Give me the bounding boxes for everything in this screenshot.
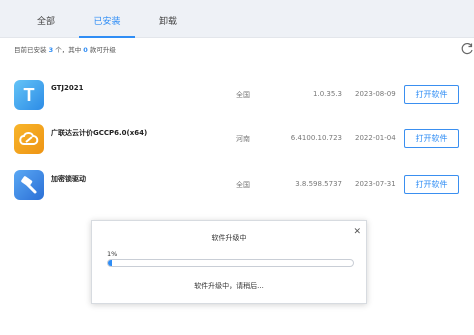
dialog-title: 软件升级中 xyxy=(211,234,247,242)
progress-percent: 1% xyxy=(107,250,118,258)
summary-suffix: 款可升级 xyxy=(89,46,116,54)
lock-driver-app-icon xyxy=(14,170,44,200)
software-name: GTJ2021 xyxy=(51,84,84,92)
software-region: 河南 xyxy=(236,135,250,143)
progress-bar xyxy=(107,259,354,267)
tab-installed-label: 已安装 xyxy=(93,17,121,27)
installed-count: 3 xyxy=(48,46,54,54)
tab-all-label: 全部 xyxy=(36,17,55,27)
refresh-icon[interactable] xyxy=(461,42,474,55)
summary-middle: 个，其中 xyxy=(55,46,82,54)
software-date: 2023-08-09 xyxy=(355,90,396,98)
software-region: 全国 xyxy=(236,181,250,189)
upgradable-count: 0 xyxy=(83,46,88,54)
software-date: 2022-01-04 xyxy=(355,134,396,142)
gccp-app-icon xyxy=(14,124,44,154)
upgrade-dialog: 软件升级中 ✕ 1% 软件升级中，请稍后... xyxy=(91,220,367,304)
dialog-message: 软件升级中，请稍后... xyxy=(194,282,264,290)
tab-uninstall-label: 卸载 xyxy=(158,17,177,27)
software-version: 6.4100.10.723 xyxy=(290,134,342,142)
tab-bar: 全部 已安装 卸载 xyxy=(0,0,474,38)
summary-prefix: 目前已安装 xyxy=(14,46,47,54)
software-region: 全国 xyxy=(236,91,250,99)
open-software-button[interactable]: 打开软件 xyxy=(404,129,459,148)
software-name: 广联达云计价GCCP6.0(x64) xyxy=(51,129,148,137)
open-software-button[interactable]: 打开软件 xyxy=(404,175,459,194)
tab-all[interactable]: 全部 xyxy=(24,0,68,38)
install-summary: 目前已安装 3 个，其中 0 款可升级 xyxy=(14,44,116,54)
software-name: 加密锁驱动 xyxy=(51,175,86,183)
tab-uninstall[interactable]: 卸载 xyxy=(146,0,190,38)
software-row: 广联达云计价GCCP6.0(x64) 河南 6.4100.10.723 2022… xyxy=(0,120,474,160)
software-version: 3.8.598.5737 xyxy=(295,180,342,188)
close-icon[interactable]: ✕ xyxy=(353,227,361,237)
software-row: T GTJ2021 全国 1.0.35.3 2023-08-09 打开软件 xyxy=(0,76,474,116)
open-software-button[interactable]: 打开软件 xyxy=(404,85,459,104)
tab-installed[interactable]: 已安装 xyxy=(79,0,135,38)
gtj-app-icon: T xyxy=(14,80,44,110)
software-date: 2023-07-31 xyxy=(355,180,396,188)
progress-fill xyxy=(108,260,112,266)
software-version: 1.0.35.3 xyxy=(313,90,342,98)
software-row: 加密锁驱动 全国 3.8.598.5737 2023-07-31 打开软件 xyxy=(0,166,474,206)
